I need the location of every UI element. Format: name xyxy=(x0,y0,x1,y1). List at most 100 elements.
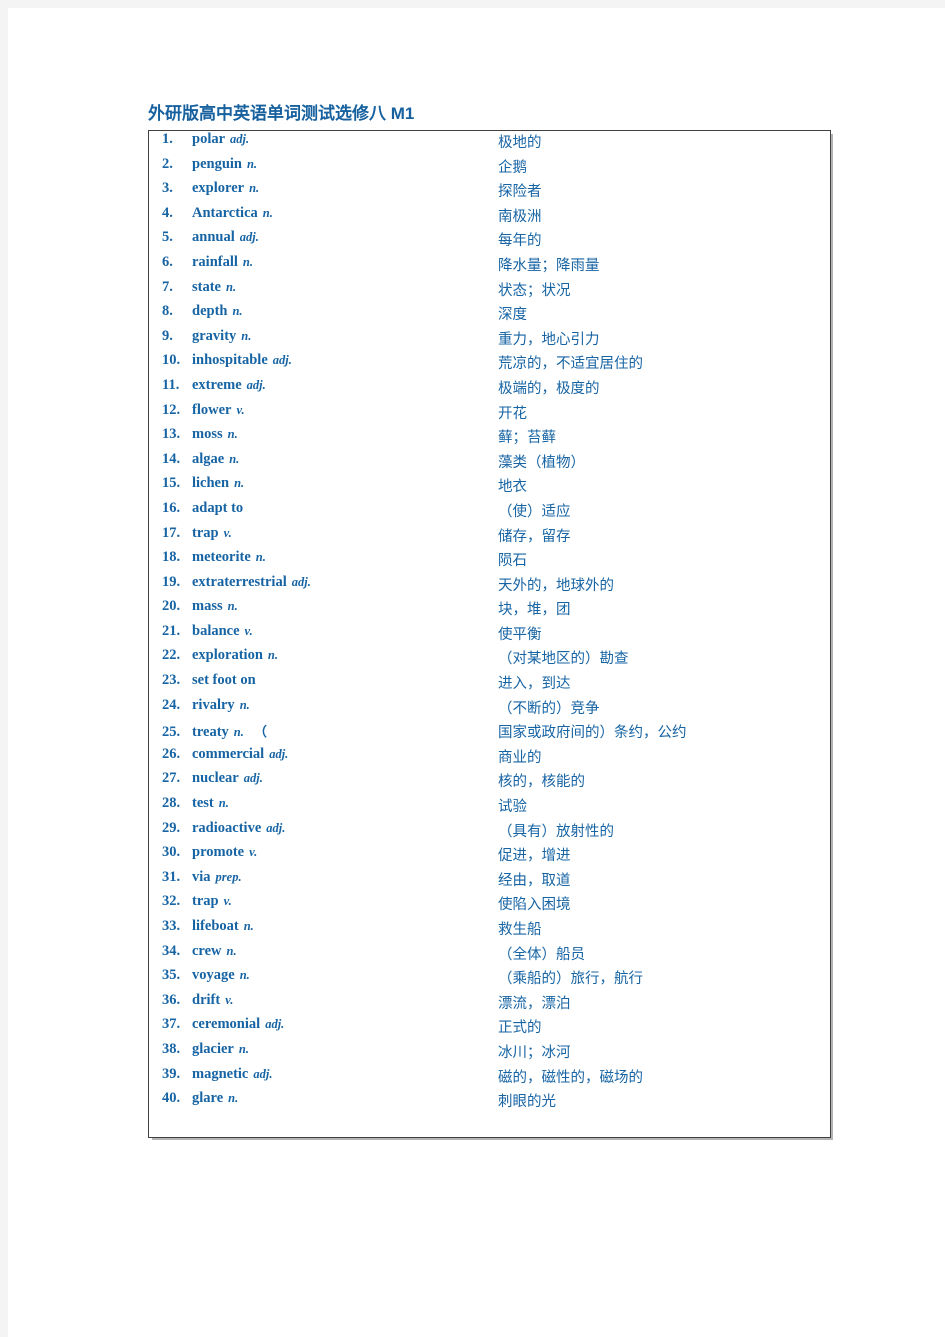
entry-meaning: （具有）放射性的 xyxy=(498,823,614,840)
entry-number: 32. xyxy=(162,893,181,910)
entry-part-of-speech: n. xyxy=(218,796,229,811)
entry-meaning: 探险者 xyxy=(498,184,542,201)
vocab-entry: 17. trap v. xyxy=(149,525,487,550)
entry-number: 37. xyxy=(162,1016,181,1033)
entry-number: 19. xyxy=(162,573,181,590)
entry-meaning: 冰川；冰河 xyxy=(498,1044,571,1061)
vocab-entry: 3. explorer n. xyxy=(149,180,487,205)
entry-number: 2. xyxy=(162,155,173,172)
entry-part-of-speech: n. xyxy=(238,1041,249,1056)
vocab-entry: 34. crew n. xyxy=(149,943,487,968)
vocab-entry: 21. balance v. xyxy=(149,623,487,648)
entry-word: extreme xyxy=(192,376,242,393)
entry-number: 15. xyxy=(162,475,181,492)
entry-meaning: 降水量；降雨量 xyxy=(498,257,600,274)
vocab-entry: 31. via prep. xyxy=(149,869,487,894)
entry-word: glacier xyxy=(192,1040,234,1057)
entry-part-of-speech: adj. xyxy=(265,1017,285,1032)
entry-number: 24. xyxy=(162,696,181,713)
entry-number: 22. xyxy=(162,647,181,664)
entry-part-of-speech: n. xyxy=(239,697,250,712)
entry-meaning: 刺眼的光 xyxy=(498,1094,556,1111)
entry-meaning: 开花 xyxy=(498,405,527,422)
vocab-entry: 14. algae n. xyxy=(149,451,487,476)
entry-word: rainfall xyxy=(192,253,238,270)
entry-word: set foot on xyxy=(192,672,256,689)
entry-meaning: 使陷入困境 xyxy=(498,897,571,914)
entry-part-of-speech: adj. xyxy=(266,820,286,835)
vocab-entry: 22. exploration n. xyxy=(149,647,487,672)
entry-word: via xyxy=(192,868,211,885)
vocab-entry: 7. state n. xyxy=(149,279,487,304)
entry-number: 6. xyxy=(162,253,173,270)
vocab-entry: 8. depth n. xyxy=(149,303,487,328)
entry-word: trap xyxy=(192,524,219,541)
entry-meaning: （全体）船员 xyxy=(498,946,585,963)
entry-word: exploration xyxy=(192,647,263,664)
vocab-entry: 6. rainfall n. xyxy=(149,254,487,279)
entry-word: inhospitable xyxy=(192,352,268,369)
vocab-entry: 10. inhospitable adj. xyxy=(149,352,487,377)
entry-meaning: 磁的，磁性的，磁场的 xyxy=(498,1069,643,1086)
entry-word: polar xyxy=(192,131,226,147)
vocab-entry: 30. promote v. xyxy=(149,844,487,869)
entry-word: test xyxy=(192,795,214,812)
entry-meaning: （不断的）竞争 xyxy=(498,700,600,717)
entry-meaning: 储存，留存 xyxy=(498,528,571,545)
column-bottom-spacer xyxy=(149,1115,487,1137)
entry-part-of-speech: adj. xyxy=(291,574,311,589)
entry-part-of-speech: v. xyxy=(223,894,232,909)
entry-meaning: 陨石 xyxy=(498,553,527,570)
vocab-entry: 29. radioactive adj. xyxy=(149,820,487,845)
entry-word: radioactive xyxy=(192,819,262,836)
vocabulary-table-container: 1. polar adj. 2. penguin n. 3. explorer n. 4. Anta… xyxy=(148,130,831,1138)
entry-number: 39. xyxy=(162,1065,181,1082)
entry-meaning: 每年的 xyxy=(498,233,542,250)
word-column: 1. polar adj. 2. penguin n. 3. explorer n. 4. Anta… xyxy=(149,131,488,1138)
entry-part-of-speech: n. xyxy=(243,919,254,933)
vocab-entry: 19. extraterrestrial adj. xyxy=(149,574,487,599)
entry-word: ceremonial xyxy=(192,1016,261,1033)
entry-word: meteorite xyxy=(192,549,251,566)
entry-word: promote xyxy=(192,844,245,861)
entry-meaning: 救生船 xyxy=(498,922,542,938)
entry-part-of-speech: adj. xyxy=(269,746,289,761)
entry-part-of-speech: n. xyxy=(262,205,273,220)
entry-meaning: （乘船的）旅行，航行 xyxy=(498,971,643,988)
vocab-entry: 37. ceremonial adj. xyxy=(149,1016,487,1041)
entry-part-of-speech: adj. xyxy=(243,771,263,786)
vocab-entry: 18. meteorite n. xyxy=(149,549,487,574)
entry-meaning: 国家或政府间的）条约，公约 xyxy=(498,725,687,742)
entry-meaning: 块，堆，团 xyxy=(498,602,571,619)
entry-word: mass xyxy=(192,598,223,615)
entry-number: 17. xyxy=(162,524,181,541)
entry-word: drift xyxy=(192,991,221,1008)
entry-extra-mark: （ xyxy=(253,724,267,740)
entry-part-of-speech: adj. xyxy=(253,1066,273,1081)
vocab-entry: 11. extreme adj. xyxy=(149,377,487,402)
entry-part-of-speech: n. xyxy=(249,181,260,196)
vocab-entry: 27. nuclear adj. xyxy=(149,770,487,795)
entry-number: 35. xyxy=(162,967,181,984)
entry-number: 5. xyxy=(162,229,173,246)
entry-meaning: 使平衡 xyxy=(498,626,542,643)
entry-meaning: （使）适应 xyxy=(498,503,571,520)
vocab-entry: 25. treaty n. （ xyxy=(149,721,487,746)
entry-meaning: 经由，取道 xyxy=(498,872,571,889)
vocab-entry: 5. annual adj. xyxy=(149,229,487,254)
entry-meaning: 企鹅 xyxy=(498,159,527,176)
page-title: 外研版高中英语单词测试选修八 M1 xyxy=(148,104,415,123)
entry-part-of-speech: n. xyxy=(227,599,238,614)
entry-number: 13. xyxy=(162,426,181,443)
entry-part-of-speech: v. xyxy=(244,623,253,638)
entry-word: state xyxy=(192,278,221,295)
vocab-entry: 12. flower v. xyxy=(149,402,487,427)
entry-meaning: 试验 xyxy=(498,799,527,816)
vocab-entry: 1. polar adj. xyxy=(149,131,487,156)
entry-number: 36. xyxy=(162,991,181,1008)
entry-word: depth xyxy=(192,303,228,320)
entry-part-of-speech: n. xyxy=(226,279,237,294)
entry-word: penguin xyxy=(192,155,242,172)
entry-part-of-speech: n. xyxy=(228,1091,239,1106)
entry-part-of-speech: n. xyxy=(233,725,244,740)
